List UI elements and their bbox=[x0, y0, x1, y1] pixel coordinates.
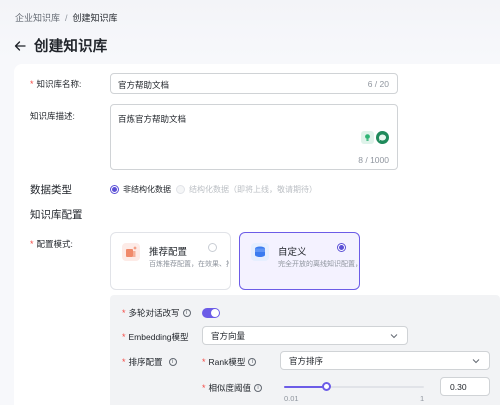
embedding-select-value: 官方向量 bbox=[211, 330, 246, 341]
page-title: 创建知识库 bbox=[34, 39, 108, 55]
chevron-down-icon bbox=[472, 358, 480, 363]
description-label-text: 知识库描述: bbox=[30, 111, 75, 121]
info-icon[interactable]: i bbox=[168, 358, 177, 366]
required-mark: * bbox=[122, 308, 126, 318]
name-input[interactable]: 官方帮助文档 6 / 20 bbox=[110, 73, 398, 94]
info-icon[interactable]: i bbox=[182, 309, 191, 317]
arrow-left-icon[interactable] bbox=[14, 40, 26, 52]
description-value: 百炼官方帮助文档 bbox=[118, 114, 187, 124]
divider bbox=[0, 230, 500, 231]
radio-checked[interactable] bbox=[337, 243, 346, 252]
breadcrumb: 企业知识库 / 创建知识库 bbox=[15, 11, 118, 24]
config-mode-label-text: 配置模式: bbox=[36, 239, 73, 249]
ranking-label-text: 排序配置 bbox=[128, 357, 163, 367]
required-mark: * bbox=[30, 239, 34, 249]
similarity-value-input[interactable]: 0.30 bbox=[440, 377, 490, 396]
slider-min-label: 0.01 bbox=[284, 394, 299, 403]
rank-model-select-value: 官方排序 bbox=[289, 355, 324, 366]
breadcrumb-parent-link[interactable]: 企业知识库 bbox=[15, 11, 60, 24]
similarity-label: * 相似度阈值 i bbox=[202, 382, 263, 394]
multi-turn-toggle[interactable] bbox=[202, 308, 220, 318]
description-label: 知识库描述: bbox=[30, 110, 75, 122]
chat-icon[interactable] bbox=[376, 131, 389, 144]
breadcrumb-separator: / bbox=[65, 12, 68, 23]
mode-card-desc: 完全开放的离线知识配置，按照检索需求自由... bbox=[278, 261, 358, 268]
config-mode-label: * 配置模式: bbox=[30, 238, 73, 250]
similarity-value: 0.30 bbox=[450, 382, 467, 392]
mode-card-title: 推荐配置 bbox=[149, 247, 188, 258]
name-input-value: 官方帮助文档 bbox=[118, 80, 170, 90]
similarity-slider-thumb[interactable] bbox=[322, 382, 331, 391]
mode-card-custom[interactable]: 自定义 完全开放的离线知识配置，按照检索需求自由... bbox=[239, 232, 360, 290]
required-mark: * bbox=[30, 79, 34, 89]
embedding-label-text: Embedding模型 bbox=[128, 332, 189, 342]
radio-disabled bbox=[176, 185, 185, 194]
data-type-option-structured[interactable]: 结构化数据（即将上线，敬请期待） bbox=[176, 184, 317, 195]
name-char-counter: 6 / 20 bbox=[367, 79, 389, 89]
required-mark: * bbox=[202, 383, 206, 393]
multi-turn-label: * 多轮对话改写 i bbox=[122, 307, 191, 319]
option-label-disabled: 结构化数据（即将上线，敬请期待） bbox=[189, 185, 317, 194]
ranking-label: * 排序配置 i bbox=[122, 356, 177, 368]
breadcrumb-current: 创建知识库 bbox=[72, 13, 118, 23]
required-mark: * bbox=[202, 357, 206, 367]
name-label: * 知识库名称: bbox=[30, 78, 81, 90]
option-label: 非结构化数据 bbox=[123, 185, 171, 194]
similarity-label-text: 相似度阈值 bbox=[208, 383, 252, 393]
embedding-select[interactable]: 官方向量 bbox=[202, 326, 408, 345]
textarea-toolbar bbox=[361, 131, 389, 144]
info-icon[interactable]: i bbox=[248, 358, 257, 366]
radio-checked[interactable] bbox=[110, 185, 119, 194]
page-header: 创建知识库 bbox=[14, 35, 108, 56]
required-mark: * bbox=[122, 357, 126, 367]
description-textarea[interactable]: 百炼官方帮助文档 8 / 1000 bbox=[110, 104, 398, 170]
data-type-label: 数据类型 bbox=[30, 184, 72, 196]
embedding-label: * Embedding模型 bbox=[122, 331, 189, 343]
recommend-icon bbox=[122, 243, 140, 261]
mode-card-recommended[interactable]: 推荐配置 百炼推荐配置，在效果、推理成本、检索时延等... bbox=[110, 232, 231, 290]
mode-card-desc: 百炼推荐配置，在效果、推理成本、检索时延等... bbox=[149, 261, 229, 268]
radio-unchecked[interactable] bbox=[208, 243, 217, 252]
multi-turn-label-text: 多轮对话改写 bbox=[128, 308, 180, 318]
chevron-down-icon bbox=[390, 333, 398, 338]
data-type-option-unstructured[interactable]: 非结构化数据 bbox=[110, 184, 171, 195]
database-icon bbox=[251, 243, 269, 261]
required-mark: * bbox=[122, 332, 126, 342]
mode-card-title: 自定义 bbox=[278, 247, 307, 258]
similarity-slider-fill bbox=[284, 386, 326, 388]
rank-model-select[interactable]: 官方排序 bbox=[280, 351, 490, 370]
config-section-title: 知识库配置 bbox=[30, 209, 83, 221]
description-char-counter: 8 / 1000 bbox=[358, 155, 389, 165]
rank-model-label-text: Rank模型 bbox=[208, 357, 246, 367]
info-icon[interactable]: i bbox=[254, 384, 263, 392]
rank-model-label: * Rank模型 i bbox=[202, 356, 257, 368]
bulb-icon[interactable] bbox=[361, 131, 374, 144]
slider-max-label: 1 bbox=[420, 394, 425, 403]
name-label-text: 知识库名称: bbox=[36, 79, 82, 89]
